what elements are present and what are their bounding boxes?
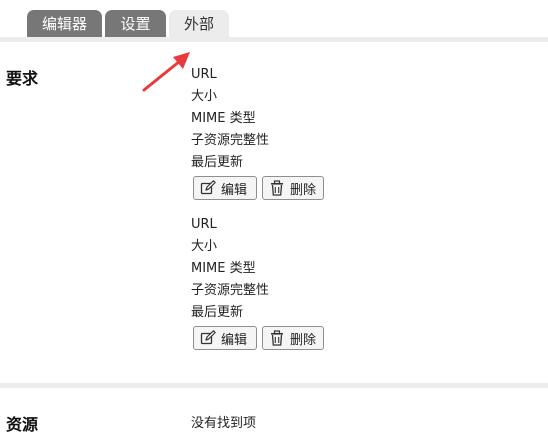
- edit-button[interactable]: 编辑: [193, 326, 257, 350]
- field-size: 大小: [191, 239, 218, 254]
- delete-button-label: 删除: [290, 332, 317, 348]
- requirement-item: URL 大小 MIME 类型 子资源完整性 最后更新 编辑 删除: [191, 64, 491, 200]
- pencil-square-icon: [200, 180, 216, 195]
- field-mime-type: MIME 类型: [191, 261, 256, 276]
- requirement-actions: 编辑 删除: [193, 176, 491, 200]
- tab-editor[interactable]: 编辑器: [27, 10, 102, 37]
- section-divider: [0, 383, 548, 388]
- requirement-actions: 编辑 删除: [193, 326, 491, 350]
- field-last-updated: 最后更新: [191, 155, 244, 170]
- tab-external[interactable]: 外部: [169, 10, 229, 37]
- field-sri: 子资源完整性: [191, 283, 270, 298]
- delete-button-label: 删除: [290, 182, 317, 198]
- pencil-square-icon: [200, 330, 216, 345]
- requirement-item: URL 大小 MIME 类型 子资源完整性 最后更新 编辑 删除: [191, 214, 491, 350]
- field-sri: 子资源完整性: [191, 133, 270, 148]
- delete-button[interactable]: 删除: [262, 176, 324, 200]
- edit-button-label: 编辑: [221, 332, 248, 348]
- field-mime-type: MIME 类型: [191, 111, 256, 126]
- edit-button-label: 编辑: [221, 182, 248, 198]
- tab-settings[interactable]: 设置: [105, 10, 166, 37]
- field-url: URL: [191, 217, 217, 232]
- tab-bar: 编辑器 设置 外部: [27, 10, 229, 37]
- field-size: 大小: [191, 89, 218, 104]
- resources-empty-text: 没有找到项: [191, 416, 257, 431]
- red-arrow-icon: [142, 52, 190, 92]
- edit-button[interactable]: 编辑: [193, 176, 257, 200]
- requirements-label: 要求: [6, 69, 39, 88]
- delete-button[interactable]: 删除: [262, 326, 324, 350]
- field-url: URL: [191, 67, 217, 82]
- tab-bar-underline: [0, 37, 548, 42]
- resources-label: 资源: [6, 415, 39, 434]
- trash-icon: [271, 330, 283, 346]
- field-last-updated: 最后更新: [191, 305, 244, 320]
- trash-icon: [271, 180, 283, 196]
